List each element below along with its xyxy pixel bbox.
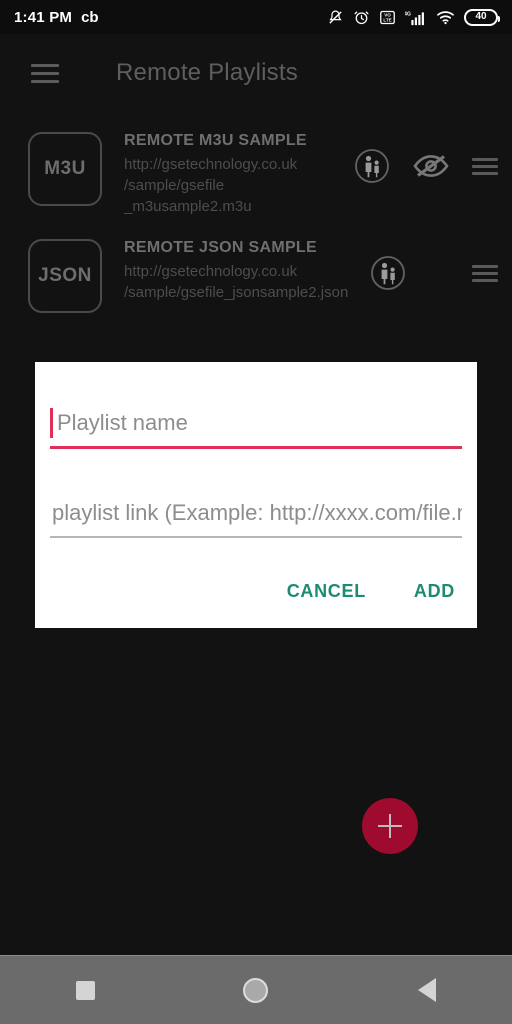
list-item-actions	[370, 233, 498, 291]
svg-text:LTE: LTE	[383, 17, 391, 22]
plus-icon-vertical	[389, 814, 391, 838]
playlist-link-placeholder: playlist link (Example: http://xxxx.com/…	[52, 500, 462, 525]
recents-button[interactable]	[40, 980, 130, 1000]
battery-icon: 40	[464, 8, 500, 26]
hamburger-line	[31, 71, 59, 75]
playlist-title: REMOTE M3U SAMPLE	[124, 132, 307, 149]
playlist-menu-icon[interactable]	[472, 157, 498, 175]
playlist-name-input[interactable]: Playlist name	[50, 400, 462, 446]
parental-control-icon[interactable]	[354, 148, 390, 184]
page-title: Remote Playlists	[116, 59, 298, 86]
playlist-url: http://gsetechnology.co.uk /sample/gsefi…	[124, 155, 298, 216]
mute-icon	[329, 10, 342, 24]
status-bar: 1:41 PM cb VO LTE 4G	[0, 0, 512, 34]
battery-level: 40	[475, 11, 487, 22]
menu-line	[472, 171, 498, 175]
list-item-text: REMOTE JSON SAMPLE http://gsetechnology.…	[124, 233, 364, 303]
dialog-actions: CANCEL ADD	[285, 577, 457, 606]
playlist-type-badge: JSON	[28, 239, 102, 314]
square-recents-icon	[75, 980, 95, 1000]
playlist-menu-icon[interactable]	[472, 264, 498, 282]
playlist-type-badge: M3U	[28, 132, 102, 206]
hamburger-menu-icon[interactable]	[16, 63, 74, 83]
list-item-text: REMOTE M3U SAMPLE http://gsetechnology.c…	[124, 126, 348, 217]
add-playlist-fab[interactable]	[362, 798, 418, 854]
hamburger-line	[31, 63, 59, 67]
playlist-title: REMOTE JSON SAMPLE	[124, 239, 317, 257]
phone-screen: 1:41 PM cb VO LTE 4G	[0, 0, 512, 1024]
menu-line	[472, 278, 498, 282]
playlist-link-input[interactable]: playlist link (Example: http://xxxx.com/…	[50, 490, 462, 536]
back-button[interactable]	[382, 978, 472, 1002]
playlist-name-field[interactable]: Playlist name	[50, 400, 462, 449]
playlist-link-underline	[50, 536, 462, 538]
playlist-link-field[interactable]: playlist link (Example: http://xxxx.com/…	[50, 490, 462, 538]
system-navigation-bar	[0, 955, 512, 1024]
wifi-icon	[437, 10, 454, 24]
alarm-icon	[354, 10, 369, 24]
menu-line	[472, 271, 498, 275]
list-item-actions	[354, 126, 498, 184]
playlist-url: http://gsetechnology.co.uk /sample/gsefi…	[124, 263, 349, 302]
status-bar-left: 1:41 PM cb	[14, 9, 99, 26]
add-playlist-dialog: Playlist name playlist link (Example: ht…	[35, 362, 477, 628]
playlist-name-placeholder: Playlist name	[57, 410, 188, 435]
triangle-back-icon	[417, 978, 436, 1002]
status-bar-right: VO LTE 4G 40	[327, 8, 500, 26]
cancel-button[interactable]: CANCEL	[285, 577, 368, 606]
signal-4g-icon: 4G	[405, 11, 424, 25]
svg-text:VO: VO	[384, 12, 391, 17]
home-button[interactable]	[211, 977, 301, 1003]
circle-home-icon	[243, 977, 269, 1003]
status-carrier: cb	[81, 8, 99, 26]
hidden-eye-icon[interactable]	[412, 151, 450, 181]
menu-line	[472, 164, 498, 168]
svg-text:4G: 4G	[405, 11, 411, 17]
app-bar: Remote Playlists	[0, 34, 512, 112]
menu-line	[472, 264, 498, 268]
status-time: 1:41 PM	[14, 8, 73, 26]
list-item[interactable]: M3U REMOTE M3U SAMPLE http://gsetechnolo…	[0, 118, 512, 225]
add-button[interactable]: ADD	[412, 577, 457, 606]
parental-control-icon[interactable]	[370, 255, 406, 291]
list-item[interactable]: JSON REMOTE JSON SAMPLE http://gsetechno…	[0, 225, 512, 321]
hamburger-line	[31, 79, 59, 83]
volte-icon: VO LTE	[380, 10, 395, 24]
menu-line	[472, 157, 498, 161]
playlist-name-underline	[50, 446, 462, 449]
text-cursor	[50, 408, 53, 438]
playlist-list: M3U REMOTE M3U SAMPLE http://gsetechnolo…	[0, 118, 512, 321]
